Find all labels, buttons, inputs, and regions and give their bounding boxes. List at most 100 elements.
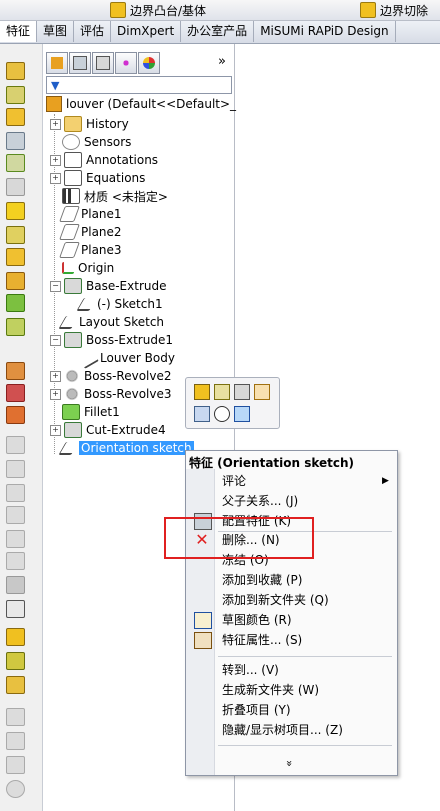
menu-item-sketch-color[interactable]: 草图颜色 (R): [222, 611, 292, 629]
lofted-cut-icon[interactable]: [6, 248, 25, 266]
display-manager-tab[interactable]: [138, 52, 160, 74]
swept-boss-icon[interactable]: [6, 108, 25, 126]
tree-node[interactable]: (-) Sketch1: [68, 295, 163, 313]
panel-more-button[interactable]: »: [218, 54, 226, 69]
menu-item-create-new-folder[interactable]: 生成新文件夹 (W): [222, 681, 319, 699]
expand-toggle-icon[interactable]: +: [50, 424, 61, 436]
undo-arrow-icon[interactable]: [254, 384, 270, 400]
hide-show-icon[interactable]: [194, 406, 210, 422]
tab-evaluate[interactable]: 评估: [74, 21, 112, 42]
tree-node[interactable]: 材质 <未指定>: [50, 187, 168, 205]
tree-node-label: Plane2: [81, 225, 122, 239]
menu-item-collapse-items[interactable]: 折叠项目 (Y): [222, 701, 291, 719]
tree-node[interactable]: Sensors: [50, 133, 131, 151]
expand-toggle-icon[interactable]: +: [50, 118, 61, 130]
hole-wizard-icon[interactable]: [6, 178, 25, 196]
expand-toggle-icon[interactable]: +: [50, 172, 61, 184]
tree-node[interactable]: Orientation sketch: [50, 439, 194, 457]
flex-icon[interactable]: [6, 552, 25, 570]
boundary-boss-button[interactable]: 边界凸台/基体: [110, 1, 206, 19]
menu-item-add-to-favorites[interactable]: 添加到收藏 (P): [222, 571, 302, 589]
boundary-cut-button[interactable]: 边界切除: [360, 1, 428, 19]
property-manager-tab[interactable]: [69, 52, 91, 74]
expand-toggle-icon[interactable]: +: [50, 154, 61, 166]
tab-misumi[interactable]: MiSUMi RAPiD Design: [254, 21, 396, 42]
tree-node[interactable]: + Annotations: [50, 151, 158, 169]
boundary-cut-tool-icon[interactable]: [6, 272, 25, 290]
indent-icon[interactable]: [6, 530, 25, 548]
menu-item-parent-child[interactable]: 父子关系... (J): [222, 492, 298, 510]
extruded-cut-icon[interactable]: [6, 154, 25, 172]
tree-node[interactable]: − Boss-Extrude1: [50, 331, 173, 349]
tree-node[interactable]: + Boss-Revolve2: [50, 367, 172, 385]
menu-item-comment[interactable]: 评论: [222, 472, 246, 490]
split-icon[interactable]: [6, 652, 25, 670]
draft-icon[interactable]: [6, 384, 25, 402]
edit-feature-icon[interactable]: [214, 384, 230, 400]
tree-node-label: Boss-Revolve3: [84, 387, 172, 401]
reference-geometry-icon[interactable]: [6, 576, 25, 594]
expand-menu-chevron-icon[interactable]: »: [283, 760, 296, 767]
tree-node[interactable]: Fillet1: [50, 403, 120, 421]
move-face-icon[interactable]: [6, 708, 25, 726]
dimxpert-manager-tab[interactable]: [115, 52, 137, 74]
linear-pattern-icon[interactable]: [6, 318, 25, 336]
rollback-icon[interactable]: [234, 384, 250, 400]
tree-filter-input[interactable]: ▼: [46, 76, 232, 94]
fillet-tool-icon[interactable]: [6, 294, 25, 312]
tree-node[interactable]: Layout Sketch: [50, 313, 164, 331]
wrap-icon[interactable]: [6, 436, 25, 454]
deform-icon[interactable]: [6, 506, 25, 524]
tab-features[interactable]: 特征: [0, 21, 38, 42]
expand-toggle-icon[interactable]: −: [50, 280, 61, 292]
tree-node[interactable]: + Cut-Extrude4: [50, 421, 166, 439]
tree-node-label: Plane3: [81, 243, 122, 257]
curves-icon[interactable]: [6, 600, 25, 618]
menu-item-add-to-new-folder[interactable]: 添加到新文件夹 (Q): [222, 591, 329, 609]
tree-root[interactable]: louver (Default<<Default>_: [46, 96, 236, 112]
tab-office-products[interactable]: 办公室产品: [181, 21, 255, 42]
tree-node[interactable]: Plane1: [50, 205, 122, 223]
rib-icon[interactable]: [6, 362, 25, 380]
tree-node[interactable]: Louver Body: [68, 347, 175, 369]
tree-node[interactable]: Plane3: [50, 241, 122, 259]
freeform-icon[interactable]: [6, 484, 25, 502]
menu-item-go-to[interactable]: 转到... (V): [222, 661, 279, 679]
expand-toggle-icon[interactable]: +: [50, 370, 61, 382]
extruded-boss-icon[interactable]: [6, 62, 25, 80]
delete-body-icon[interactable]: [6, 780, 25, 798]
tab-dimxpert[interactable]: DimXpert: [111, 21, 182, 42]
feature-manager-tab[interactable]: [46, 52, 68, 74]
tree-node[interactable]: + Equations: [50, 169, 145, 187]
tree-node[interactable]: Plane2: [50, 223, 122, 241]
expand-toggle-icon[interactable]: −: [50, 334, 61, 346]
tree-node[interactable]: + Boss-Revolve3: [50, 385, 172, 403]
dome-icon[interactable]: [6, 460, 25, 478]
revolved-boss-icon[interactable]: [6, 86, 25, 104]
tab-sketch[interactable]: 草图: [37, 21, 75, 42]
crosshair-icon: [120, 57, 132, 69]
expand-toggle-icon[interactable]: +: [50, 388, 61, 400]
scale-icon[interactable]: [6, 732, 25, 750]
shell-icon[interactable]: [6, 406, 25, 424]
tree-node[interactable]: Origin: [50, 259, 114, 277]
instant3d-icon[interactable]: [6, 628, 25, 646]
menu-item-feature-properties[interactable]: 特征属性... (S): [222, 631, 302, 649]
revolved-cut-icon[interactable]: [6, 202, 25, 220]
tree-node[interactable]: + History: [50, 115, 129, 133]
ribbon-strip: 边界凸台/基体 边界切除: [0, 0, 440, 21]
edit-sketch-icon[interactable]: [194, 384, 210, 400]
zoom-to-selection-icon[interactable]: [214, 406, 230, 422]
combine-icon[interactable]: [6, 676, 25, 694]
boundary-boss-icon: [110, 2, 126, 18]
lofted-boss-icon[interactable]: [6, 132, 25, 150]
configuration-manager-tab[interactable]: [92, 52, 114, 74]
tree-node[interactable]: − Base-Extrude: [50, 277, 166, 295]
menu-item-hide-show-tree-items[interactable]: 隐藏/显示树项目... (Z): [222, 721, 343, 739]
revolve-icon: [64, 369, 80, 383]
swept-cut-icon[interactable]: [6, 226, 25, 244]
thicken-icon[interactable]: [6, 756, 25, 774]
normal-to-icon[interactable]: [234, 406, 250, 422]
